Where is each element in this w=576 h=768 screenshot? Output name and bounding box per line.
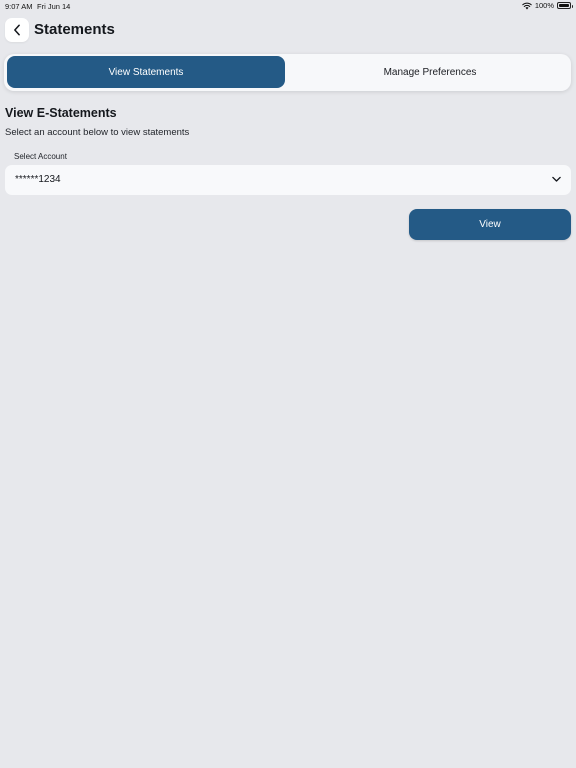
- back-button[interactable]: [5, 18, 29, 42]
- battery-percent: 100%: [534, 1, 554, 10]
- status-date: Fri Jun 14: [37, 2, 71, 11]
- view-button[interactable]: View: [409, 209, 571, 240]
- tab-view-statements[interactable]: View Statements: [7, 56, 285, 88]
- chevron-down-icon: [552, 176, 561, 182]
- chevron-left-icon: [14, 24, 20, 36]
- tab-manage-preferences[interactable]: Manage Preferences: [292, 56, 568, 88]
- account-select-value: ******1234: [15, 174, 61, 185]
- wifi-icon: [522, 2, 532, 9]
- status-indicators: 100%: [522, 1, 573, 10]
- page-title: Statements: [34, 21, 115, 38]
- statements-tab-bar: View Statements Manage Preferences: [4, 54, 571, 91]
- section-subtitle: Select an account below to view statemen…: [5, 127, 190, 138]
- status-time: 9:07 AM: [5, 2, 33, 11]
- battery-icon: [557, 2, 573, 9]
- status-bar: 9:07 AM Fri Jun 14 100%: [0, 0, 576, 12]
- account-select[interactable]: ******1234: [5, 165, 571, 195]
- section-title: View E-Statements: [5, 106, 117, 120]
- account-select-label: Select Account: [14, 152, 67, 161]
